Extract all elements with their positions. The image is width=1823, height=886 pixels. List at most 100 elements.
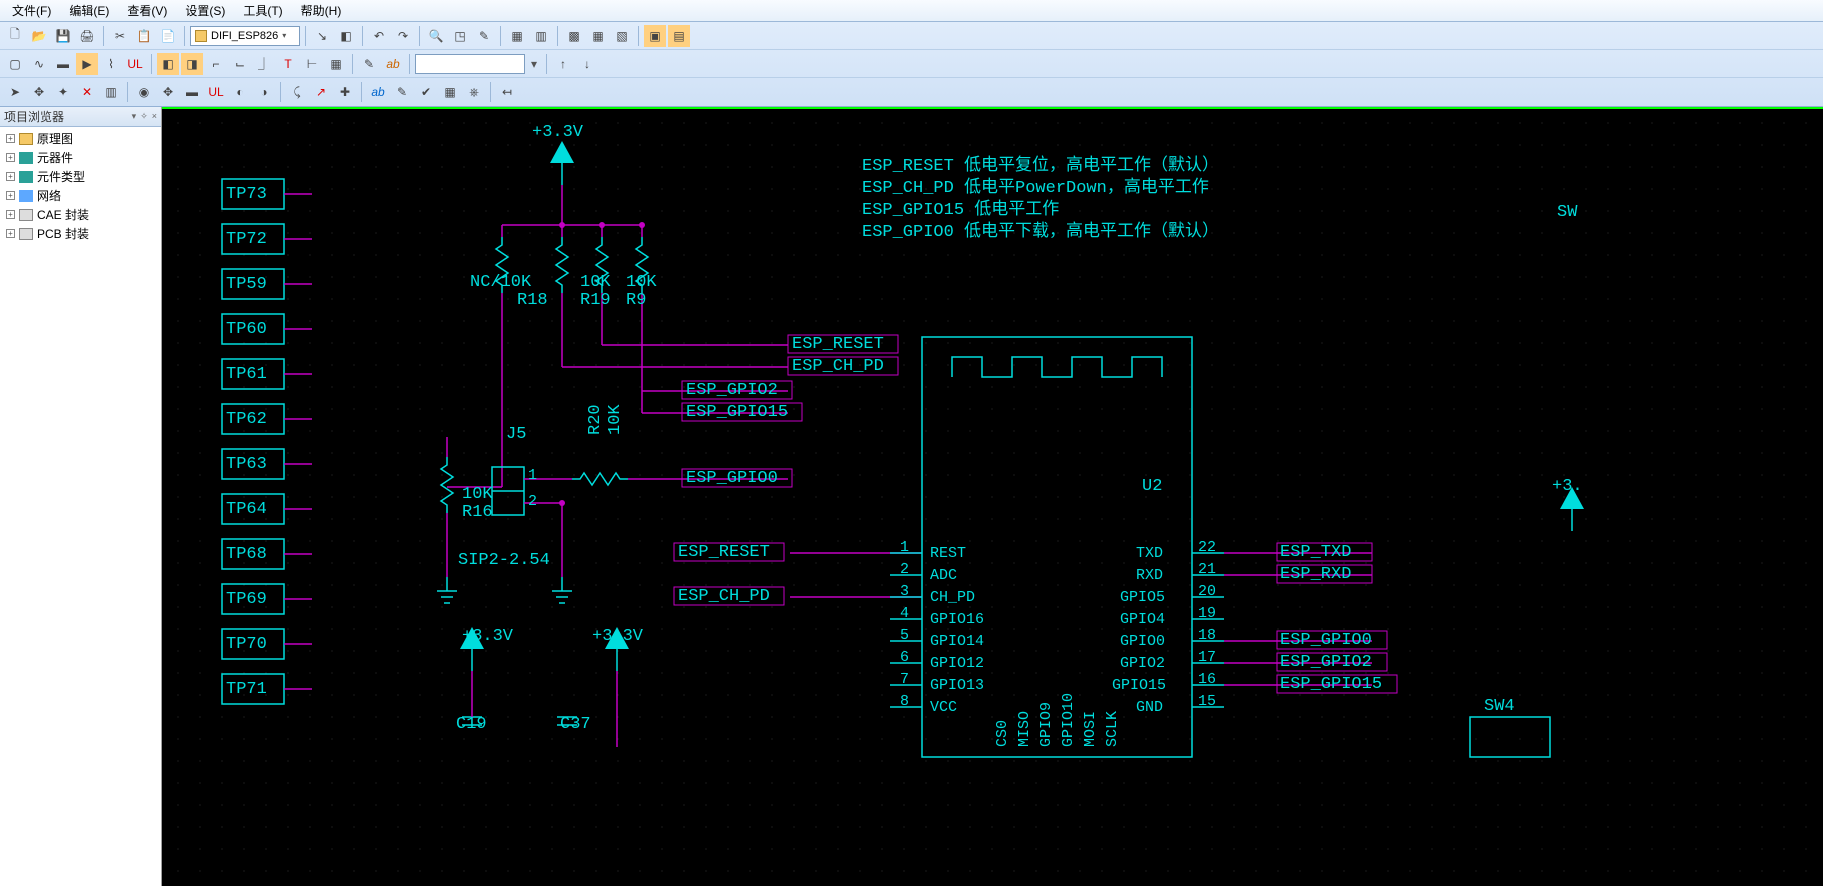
t3-a-icon[interactable]: ✦: [52, 81, 74, 103]
t2-h-icon[interactable]: ◨: [181, 53, 203, 75]
menu-file[interactable]: 文件(F): [4, 0, 59, 21]
tree-item-cae[interactable]: + CAE 封装: [0, 205, 161, 224]
panel-pin-icon[interactable]: ✧: [140, 111, 148, 122]
tool-c-icon[interactable]: ◳: [449, 25, 471, 47]
expand-icon[interactable]: +: [6, 172, 15, 181]
tool-h-icon[interactable]: ▦: [587, 25, 609, 47]
t2-e-icon[interactable]: ⌇: [100, 53, 122, 75]
t2-d-icon[interactable]: ▶: [76, 53, 98, 75]
open-icon[interactable]: 📂: [28, 25, 50, 47]
c37-ref: C37: [560, 715, 591, 735]
tree-item-schematic[interactable]: + 原理图: [0, 129, 161, 148]
tree-label: 网络: [37, 187, 61, 204]
expand-icon[interactable]: +: [6, 134, 15, 143]
tree-item-pcb[interactable]: + PCB 封装: [0, 224, 161, 243]
search-input[interactable]: [415, 54, 525, 74]
u2-pin: 22: [1198, 539, 1216, 556]
t3-k-icon[interactable]: ✚: [334, 81, 356, 103]
t3-e-icon[interactable]: ▬: [181, 81, 203, 103]
chevron-down-icon: ▾: [282, 31, 286, 40]
u2-ref: U2: [1142, 477, 1162, 497]
sheet-selector[interactable]: DIFI_ESP826 ▾: [190, 26, 300, 46]
tp-label: TP63: [226, 455, 267, 475]
t3-g-icon[interactable]: ◐: [229, 81, 251, 103]
arrow-up-icon[interactable]: ↑: [552, 53, 574, 75]
t2-n-icon[interactable]: ▦: [325, 53, 347, 75]
tool-j-icon[interactable]: ▣: [644, 25, 666, 47]
tool-i-icon[interactable]: ▧: [611, 25, 633, 47]
t3-f-icon[interactable]: UL: [205, 81, 227, 103]
t3-m-icon[interactable]: ✎: [391, 81, 413, 103]
menu-bar: 文件(F) 编辑(E) 查看(V) 设置(S) 工具(T) 帮助(H): [0, 0, 1823, 22]
t3-select-icon[interactable]: ➤: [4, 81, 26, 103]
u2-label: MISO: [1016, 711, 1033, 747]
chevron-down-icon[interactable]: ▾: [527, 57, 541, 71]
t2-m-icon[interactable]: ⊢: [301, 53, 323, 75]
expand-icon[interactable]: +: [6, 191, 15, 200]
tool-k-icon[interactable]: ▤: [668, 25, 690, 47]
r18-ref: R18: [517, 291, 548, 311]
t3-move-icon[interactable]: ✥: [28, 81, 50, 103]
tree-item-parttype[interactable]: + 元件类型: [0, 167, 161, 186]
menu-settings[interactable]: 设置(S): [177, 0, 233, 21]
panel-close-icon[interactable]: ×: [152, 111, 157, 122]
zoom-icon[interactable]: 🔍: [425, 25, 447, 47]
cut-icon[interactable]: ✂: [109, 25, 131, 47]
toolbar-row-2: ▢ ∿ ▬ ▶ ⌇ UL ◧ ◨ ⌐ ⌙ ⏌ T ⊢ ▦ ✎ ab ▾ ↑ ↓: [0, 50, 1823, 78]
t2-b-icon[interactable]: ∿: [28, 53, 50, 75]
t2-p-icon[interactable]: ab: [382, 53, 404, 75]
tool-b-icon[interactable]: ◧: [335, 25, 357, 47]
r18-value: NC/10K: [470, 273, 531, 293]
expand-icon[interactable]: +: [6, 210, 15, 219]
t3-c-icon[interactable]: ◉: [133, 81, 155, 103]
t2-o-icon[interactable]: ✎: [358, 53, 380, 75]
print-icon[interactable]: 🖨: [76, 25, 98, 47]
t2-a-icon[interactable]: ▢: [4, 53, 26, 75]
t3-q-icon[interactable]: ↤: [496, 81, 518, 103]
t3-n-icon[interactable]: ✔: [415, 81, 437, 103]
power-label: +3.3V: [462, 627, 513, 647]
expand-icon[interactable]: +: [6, 153, 15, 162]
t3-p-icon[interactable]: ⎈: [463, 81, 485, 103]
save-icon[interactable]: 💾: [52, 25, 74, 47]
menu-tools[interactable]: 工具(T): [235, 0, 290, 21]
panel-dropdown-icon[interactable]: ▾: [132, 111, 137, 122]
t2-g-icon[interactable]: ◧: [157, 53, 179, 75]
tree-item-nets[interactable]: + 网络: [0, 186, 161, 205]
schematic-canvas[interactable]: +3.3V ESP_RESET 低电平复位，高电平工作（默认） ESP_CH_P…: [162, 107, 1823, 886]
expand-icon[interactable]: +: [6, 229, 15, 238]
undo-icon[interactable]: ↶: [368, 25, 390, 47]
menu-view[interactable]: 查看(V): [119, 0, 175, 21]
redo-icon[interactable]: ↷: [392, 25, 414, 47]
t3-l-icon[interactable]: ab: [367, 81, 389, 103]
t2-f-icon[interactable]: UL: [124, 53, 146, 75]
t2-j-icon[interactable]: ⌙: [229, 53, 251, 75]
component-icon: [19, 152, 33, 164]
tool-g-icon[interactable]: ▩: [563, 25, 585, 47]
t2-k-icon[interactable]: ⏌: [253, 53, 275, 75]
t2-c-icon[interactable]: ▬: [52, 53, 74, 75]
new-icon[interactable]: 🗋: [4, 25, 26, 47]
tree-item-components[interactable]: + 元器件: [0, 148, 161, 167]
t2-l-icon[interactable]: T: [277, 53, 299, 75]
t3-i-icon[interactable]: ⤹: [286, 81, 308, 103]
menu-help[interactable]: 帮助(H): [293, 0, 350, 21]
tool-d-icon[interactable]: ✎: [473, 25, 495, 47]
t3-b-icon[interactable]: ▥: [100, 81, 122, 103]
copy-icon[interactable]: 📋: [133, 25, 155, 47]
arrow-down-icon[interactable]: ↓: [576, 53, 598, 75]
t3-del-icon[interactable]: ✕: [76, 81, 98, 103]
paste-icon[interactable]: 📄: [157, 25, 179, 47]
t2-i-icon[interactable]: ⌐: [205, 53, 227, 75]
t3-o-icon[interactable]: ▦: [439, 81, 461, 103]
project-tree[interactable]: + 原理图 + 元器件 + 元件类型 + 网络 + C: [0, 127, 161, 886]
t3-h-icon[interactable]: ◑: [253, 81, 275, 103]
tool-e-icon[interactable]: ▦: [506, 25, 528, 47]
net-label: ESP_CH_PD: [678, 587, 770, 607]
u2-label: GND: [1136, 699, 1163, 716]
tool-f-icon[interactable]: ▥: [530, 25, 552, 47]
tool-a-icon[interactable]: ↘: [311, 25, 333, 47]
t3-j-icon[interactable]: ↗: [310, 81, 332, 103]
menu-edit[interactable]: 编辑(E): [61, 0, 117, 21]
t3-d-icon[interactable]: ✥: [157, 81, 179, 103]
